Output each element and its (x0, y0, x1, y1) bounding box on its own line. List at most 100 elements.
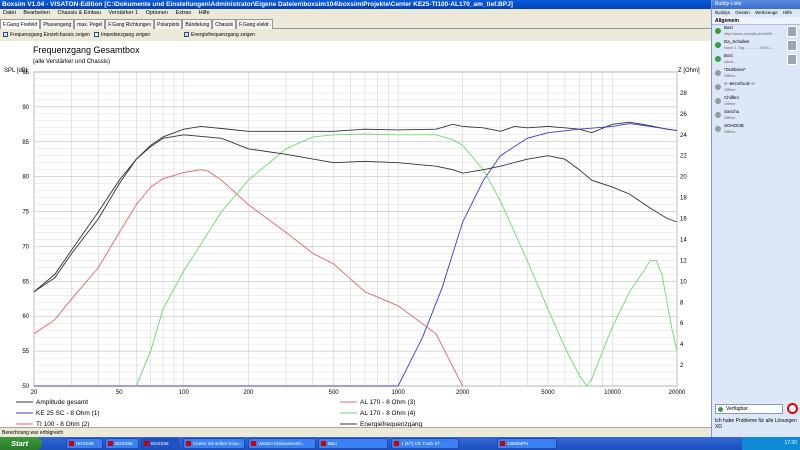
option-einzelchassis-label: Frequenzgang Einzelchassis zeigen (10, 32, 91, 38)
y-tick-label-right: 18 (680, 196, 687, 202)
buddy-contact[interactable]: Bazi http://www.mousify.de/trefff... (712, 25, 800, 39)
buddy-status: Offline (724, 73, 736, 78)
legend-label: KE 25 SC - 8 Ohm (1) (36, 410, 100, 417)
tab-polarplots[interactable]: Polarplots (154, 19, 183, 29)
app-icon (321, 441, 326, 446)
x-tick-label: 5000 (541, 390, 555, 396)
taskbar-task-label: BOXSIM (151, 441, 169, 446)
taskbar-task[interactable]: Center mit selber Koax... (183, 438, 245, 449)
menu-hilfe[interactable]: Hilfe (199, 10, 210, 16)
checkbox-checked-icon[interactable]: ✓ (184, 32, 189, 38)
y-tick-label-left: 55 (22, 349, 29, 355)
menu-chassis[interactable]: Chassis & Einbau (58, 10, 101, 16)
y-tick-label-right: 26 (680, 112, 687, 118)
taskbar-task[interactable]: BOXSIM (66, 438, 103, 449)
start-button[interactable]: Start (0, 437, 42, 450)
checkbox-unchecked-icon[interactable] (94, 32, 99, 38)
buddy-contact[interactable]: <--terrorfood--> Offline (712, 81, 800, 95)
option-einzelchassis[interactable]: ✓ Frequenzgang Einzelchassis zeigen (3, 32, 90, 38)
app-icon (144, 441, 149, 446)
close-icon[interactable] (787, 403, 798, 414)
tab-fgang-richtungen[interactable]: F.Gang Richtungen (105, 19, 155, 29)
tab-max-pegel[interactable]: max. Pegel (74, 19, 106, 29)
presence-icon (715, 98, 721, 104)
taskbar-task-label: 1360/MPH (507, 441, 529, 446)
legend-label: AL 170 - 8 Ohm (4) (360, 410, 415, 417)
messenger-menu-gesten[interactable]: Gesten (735, 10, 750, 15)
buddy-group-allgemein[interactable]: Allgemein (712, 17, 800, 25)
menu-verstaerker[interactable]: Verstärker 1 (108, 10, 138, 16)
y-tick-label-left: 80 (22, 175, 29, 181)
taskbar-task[interactable]: Bazi (318, 438, 388, 449)
buddy-status: Offline (724, 101, 736, 106)
tab-chassis[interactable]: Chassis (212, 19, 237, 29)
y-tick-label-right: 28 (680, 91, 687, 97)
messenger-menu-buddys[interactable]: Buddys (715, 10, 730, 15)
buddy-contact[interactable]: SOHOOB Offline (712, 123, 800, 137)
menu-bearbeiten[interactable]: Bearbeiten (23, 10, 50, 16)
status-select-value: Verfügbar (726, 406, 748, 412)
buddy-contact[interactable]: Da_Schalker Noch 1 Tag.............."DEU.… (712, 39, 800, 53)
tab-buendelung[interactable]: Bündelung (182, 19, 213, 29)
menu-extras[interactable]: Extras (176, 10, 192, 16)
legend-label: Amplitude gesamt (36, 399, 88, 406)
app-icon (69, 441, 74, 446)
buddy-contact[interactable]: *Dubbone* Offline (712, 67, 800, 81)
taskbar: Start BOXSIM BOXSIM BOXSIM Center mit selbe… (0, 437, 800, 450)
y-axis-label-right: Z [Ohm] (678, 68, 700, 74)
legend-label: AL 170 - 8 Ohm (3) (360, 399, 415, 406)
presence-icon (715, 126, 721, 132)
taskbar-task-label: Visaton Diskussionsfo... (258, 441, 306, 446)
messenger-menu-werkzeuge[interactable]: Werkzeuge (755, 10, 778, 15)
status-message: Ich habe Probleme für alle Lösungen XD (715, 418, 797, 430)
y-tick-label-right: 4 (680, 342, 684, 348)
menu-optionen[interactable]: Optionen (146, 10, 168, 16)
options-bar: ✓ Frequenzgang Einzelchassis zeigen Imped… (0, 29, 711, 41)
messenger-buddy-list: Buddy-Liste Buddys Gesten Werkzeuge Hilf… (711, 0, 800, 437)
taskbar-task[interactable]: BOXSIM (105, 438, 139, 449)
frequency-response-chart: Frequenzgang Gesamtbox (alle Verstärker … (4, 45, 700, 428)
boxsim-window: Boxsim V1.04 - VISATON-Edition [C:\Dokum… (0, 0, 711, 437)
buddy-contact[interactable]: Chillkro Offline (712, 95, 800, 109)
taskbar-task[interactable]: BOXSIM (141, 438, 179, 449)
option-energie[interactable]: ✓ Energiefrequenzgang zeigen (184, 32, 255, 38)
app-icon (500, 441, 505, 446)
chart-legend: Amplitude gesamtKE 25 SC - 8 Ohm (1)TI 1… (16, 399, 423, 428)
buddy-contact[interactable]: Borc wech... (712, 53, 800, 67)
y-tick-label-left: 60 (22, 314, 29, 320)
tab-phasengang[interactable]: Phasengang (40, 19, 75, 29)
tab-fgang-elektr[interactable]: F.Gang elektr. (236, 19, 273, 29)
taskbar-task[interactable]: 1360/MPH (497, 438, 557, 449)
x-tick-label: 20 (31, 390, 38, 396)
option-impedanz-label: Impedanzgang zeigen (101, 32, 151, 38)
buddy-contact[interactable]: Sanchu Offline (712, 109, 800, 123)
menu-datei[interactable]: Datei (3, 10, 16, 16)
app-icon (108, 441, 113, 446)
status-select[interactable]: Verfügbar (715, 404, 783, 414)
tab-bar: F.Gang Freifeld Phasengang max. Pegel F.Gan… (0, 18, 711, 30)
system-tray: 17:30 (742, 437, 800, 450)
y-tick-label-left: 75 (22, 210, 29, 216)
messenger-menu-hilfe[interactable]: Hilfe (783, 10, 792, 15)
x-tick-label: 500 (329, 390, 340, 396)
presence-icon (715, 42, 721, 48)
status-bar: Berechnung war erfolgreich (0, 427, 711, 437)
taskbar-task[interactable]: Visaton Diskussionsfo... (248, 438, 316, 449)
checkbox-checked-icon[interactable]: ✓ (3, 32, 8, 38)
option-energie-label: Energiefrequenzgang zeigen (191, 32, 255, 38)
app-icon (394, 441, 399, 446)
x-tick-label: 200 (243, 390, 254, 396)
y-tick-label-left: 50 (22, 384, 29, 390)
taskbar-task-label: BOXSIM (76, 441, 94, 446)
app-icon (251, 441, 256, 446)
option-impedanz[interactable]: Impedanzgang zeigen (94, 32, 150, 38)
y-tick-label-left: 90 (22, 105, 29, 111)
taskbar-task[interactable]: 1 [4/7] CD Track 07 ... (391, 438, 459, 449)
app-icon (186, 441, 191, 446)
buddy-contacts: Bazi http://www.mousify.de/trefff... Da_Sc… (712, 25, 800, 137)
buddy-status: Offline (724, 129, 736, 134)
chart-area: Frequenzgang Gesamtbox (alle Verstärker … (0, 41, 711, 428)
messenger-menu: Buddys Gesten Werkzeuge Hilfe (712, 9, 800, 17)
presence-icon (715, 70, 721, 76)
clock: 17:30 (784, 440, 797, 446)
